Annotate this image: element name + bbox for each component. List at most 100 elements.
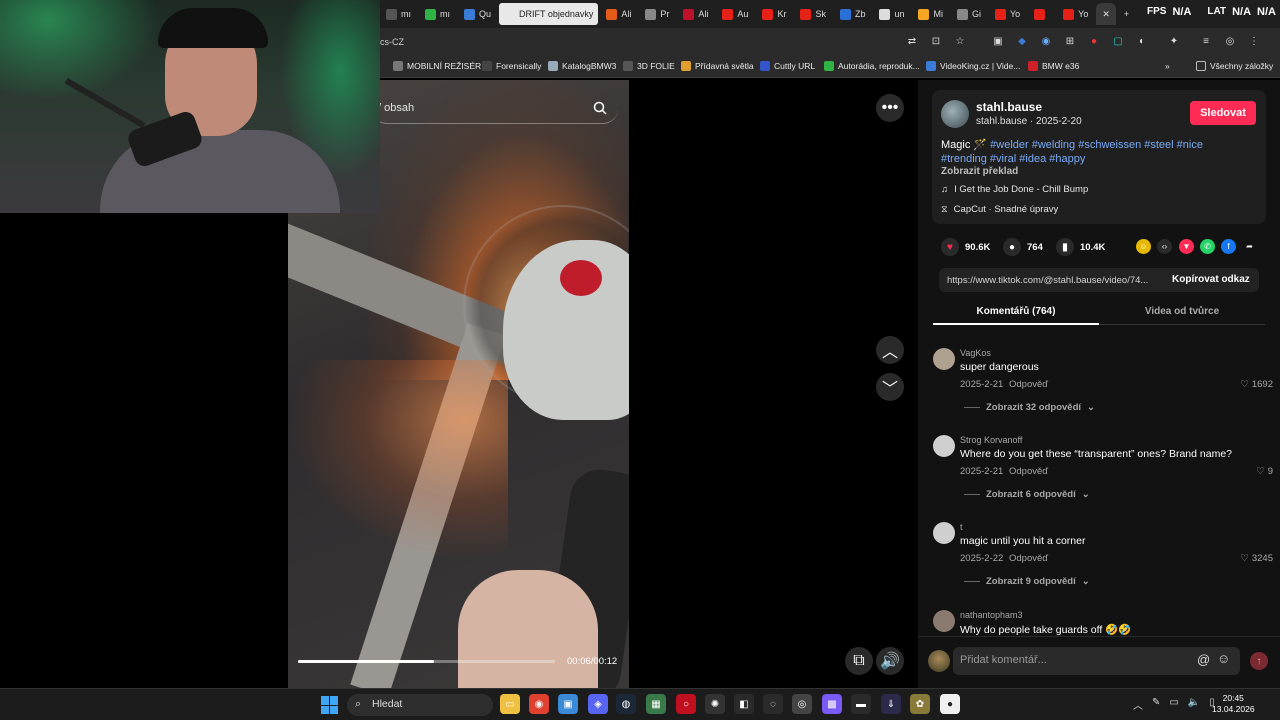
- video-link[interactable]: https://www.tiktok.com/@stahl.bause/vide…: [947, 275, 1148, 286]
- comment-username[interactable]: t: [960, 522, 963, 532]
- epic-games-icon[interactable]: ◧: [734, 694, 754, 714]
- browser-tab[interactable]: Au: [716, 3, 754, 25]
- browser-tab[interactable]: Gi: [951, 3, 987, 25]
- like-button[interactable]: ♥ 90.6K: [941, 238, 990, 256]
- translate-icon[interactable]: ⇄: [905, 34, 919, 48]
- opera-icon[interactable]: ○: [676, 694, 696, 714]
- url-field[interactable]: cs-CZ: [380, 37, 404, 47]
- comment-avatar[interactable]: [933, 610, 955, 632]
- remote-desktop-icon[interactable]: ▣: [558, 694, 578, 714]
- author-name[interactable]: stahl.bause: [976, 100, 1042, 114]
- next-video-button[interactable]: ﹀: [876, 373, 904, 401]
- pip-button[interactable]: ⧉: [845, 647, 873, 675]
- browser-tab[interactable]: Sk: [794, 3, 832, 25]
- browser-tab[interactable]: Ali: [600, 3, 637, 25]
- whatsapp-icon[interactable]: ✆: [1200, 239, 1215, 254]
- extension-teal-icon[interactable]: ▢: [1111, 34, 1125, 48]
- menu-dots-icon[interactable]: ⋮: [1247, 34, 1261, 48]
- discord-icon[interactable]: ◈: [588, 694, 608, 714]
- comment-button[interactable]: ● 764: [1003, 238, 1043, 256]
- browser-tab[interactable]: Pr: [639, 3, 675, 25]
- app-record-icon[interactable]: ●: [940, 694, 960, 714]
- taskbar-clock[interactable]: 20:45 13.04.2026: [1212, 693, 1255, 715]
- tab-comments[interactable]: Komentářů (764): [933, 300, 1099, 325]
- extension-audio-icon[interactable]: ◉: [1039, 34, 1053, 48]
- bookmark-star-icon[interactable]: ☆: [953, 34, 967, 48]
- copy-link-button[interactable]: Kopírovat odkaz: [1172, 274, 1250, 285]
- caption-hashtags[interactable]: #trending #viral #idea #happy: [941, 153, 1085, 165]
- browser-tab[interactable]: Yo: [989, 3, 1026, 25]
- extension-shield-icon[interactable]: ◆: [1015, 34, 1029, 48]
- puzzle-icon[interactable]: ✦: [1167, 34, 1181, 48]
- bookmark-item[interactable]: Přídavná světla: [681, 61, 754, 71]
- mention-icon[interactable]: @: [1197, 652, 1210, 667]
- browser-tab[interactable]: DRIFT objednavky: [499, 3, 599, 25]
- comment-avatar[interactable]: [933, 348, 955, 370]
- obs-icon[interactable]: ◎: [792, 694, 812, 714]
- chatgpt-icon[interactable]: ✺: [705, 694, 725, 714]
- app-circle-icon[interactable]: ◌: [763, 694, 783, 714]
- music-link[interactable]: ♫ I Get the Job Done - Chill Bump: [941, 184, 1088, 195]
- extension-icon[interactable]: ▣: [991, 34, 1005, 48]
- capcut-link[interactable]: ⧖ CapCut · Snadné úpravy: [941, 204, 1058, 215]
- facebook-icon[interactable]: f: [1221, 239, 1236, 254]
- steam-icon[interactable]: ◍: [616, 694, 636, 714]
- author-avatar[interactable]: [941, 100, 969, 128]
- chrome-icon[interactable]: ◉: [529, 694, 549, 714]
- send-share-icon[interactable]: ▼: [1179, 239, 1194, 254]
- volume-button[interactable]: 🔊: [876, 647, 904, 675]
- browser-tab[interactable]: Kr: [756, 3, 792, 25]
- previous-video-button[interactable]: ︿: [876, 336, 904, 364]
- bookmarks-overflow-icon[interactable]: »: [1165, 61, 1170, 71]
- comment-username[interactable]: nathantopham3: [960, 610, 1023, 620]
- comment-avatar[interactable]: [933, 435, 955, 457]
- app-terminal-icon[interactable]: ▬: [851, 694, 871, 714]
- more-options-button[interactable]: •••: [876, 94, 904, 122]
- bookmark-item[interactable]: Autorádia, reproduk...: [824, 61, 920, 71]
- taskbar-search[interactable]: [347, 694, 493, 716]
- extension-off-icon[interactable]: ◐: [1135, 34, 1149, 48]
- comment-username[interactable]: Strog Korvanoff: [960, 435, 1022, 445]
- video-progress-bar[interactable]: [298, 660, 555, 663]
- browser-tab[interactable]: mı: [419, 3, 456, 25]
- photos-icon[interactable]: ▦: [646, 694, 666, 714]
- windows-start-icon[interactable]: [321, 696, 339, 714]
- view-replies-button[interactable]: Zobrazit 9 odpovědí ⌄: [964, 576, 1090, 587]
- app-download-icon[interactable]: ⇓: [881, 694, 901, 714]
- send-comment-button[interactable]: ↑: [1250, 652, 1268, 670]
- speaker-icon[interactable]: 🔈: [1188, 697, 1200, 712]
- tray-overflow-icon[interactable]: ︿: [1133, 697, 1143, 712]
- app-grid-icon[interactable]: ▩: [822, 694, 842, 714]
- view-replies-button[interactable]: Zobrazit 32 odpovědí ⌄: [964, 402, 1095, 413]
- reading-list-icon[interactable]: ≡: [1199, 34, 1213, 48]
- browser-tab[interactable]: un: [873, 3, 910, 25]
- browser-tab[interactable]: Yo: [1057, 3, 1094, 25]
- browser-tab[interactable]: [1028, 3, 1055, 25]
- network-icon[interactable]: ▭: [1169, 697, 1178, 712]
- bookmark-item[interactable]: Cuttly URL: [760, 61, 815, 71]
- share-arrow-icon[interactable]: ➦: [1242, 239, 1257, 254]
- tray-pen-icon[interactable]: ✎: [1152, 697, 1160, 712]
- close-tab-icon[interactable]: ✕: [1096, 3, 1116, 25]
- file-explorer-icon[interactable]: ▭: [500, 694, 520, 714]
- comment-like-button[interactable]: ♡ 9: [1256, 466, 1273, 477]
- emoji-icon[interactable]: ☺: [1217, 651, 1230, 666]
- extension-grid-icon[interactable]: ⊞: [1063, 34, 1077, 48]
- comment-reply-button[interactable]: Odpověď: [1009, 466, 1048, 477]
- comment-username[interactable]: VagKos: [960, 348, 991, 358]
- extension-red-icon[interactable]: ●: [1087, 34, 1101, 48]
- bookmark-item[interactable]: BMW e36: [1028, 61, 1079, 71]
- friends-share-icon[interactable]: ☺: [1136, 239, 1151, 254]
- comment-like-button[interactable]: ♡ 3245: [1240, 553, 1273, 564]
- profile-icon[interactable]: ◎: [1223, 34, 1237, 48]
- install-icon[interactable]: ⊡: [929, 34, 943, 48]
- view-replies-button[interactable]: Zobrazit 6 odpovědí ⌄: [964, 489, 1090, 500]
- browser-tab[interactable]: Ali: [677, 3, 714, 25]
- bookmark-item[interactable]: VideoKing.cz | Vide...: [926, 61, 1020, 71]
- bookmark-item[interactable]: 3D FOLIE: [623, 61, 675, 71]
- embed-icon[interactable]: ‹›: [1157, 239, 1172, 254]
- follow-button[interactable]: Sledovat: [1190, 101, 1256, 125]
- tab-creator-videos[interactable]: Videa od tvůrce: [1099, 300, 1265, 325]
- comment-avatar[interactable]: [933, 522, 955, 544]
- bookmark-item[interactable]: Forensically: [482, 61, 541, 71]
